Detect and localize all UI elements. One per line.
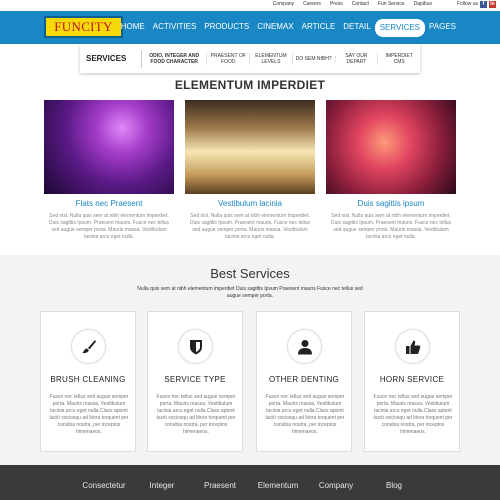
dropdown-title: SERVICES (80, 49, 142, 68)
nav-home[interactable]: HOME (117, 19, 149, 37)
service-name: BRUSH CLEANING (50, 375, 126, 384)
service-description: Fusce nec tellus sed augue semper porta.… (373, 394, 453, 435)
footer-link-elementum[interactable]: Elementum (249, 481, 307, 490)
nav-article[interactable]: ARTICLE (298, 19, 340, 37)
footer-link-company[interactable]: Company (307, 481, 365, 490)
utility-link-press[interactable]: Press (330, 1, 343, 7)
footer-link-praesent[interactable]: Praesent (191, 481, 249, 490)
service-name: SERVICE TYPE (164, 375, 226, 384)
photo-card: Duis sagittis ipsum Sed nisl. Nulla quis… (326, 100, 456, 241)
dropdown-item[interactable]: DO SEM NIBH? (293, 55, 336, 62)
best-services-title: Best Services (210, 266, 290, 281)
services-dropdown: SERVICES ODIO, INTEGER AND FOOD CHARACTE… (80, 44, 420, 73)
utility-link-dapibus[interactable]: Dapibus (414, 1, 432, 7)
photo-description: Sed nisl. Nulla quis sem at nibh element… (48, 213, 170, 240)
linkedin-icon[interactable]: in (489, 1, 496, 8)
photo-card: Flats nec Praesent Sed nisl. Nulla quis … (44, 100, 174, 241)
photo-card: Vestibulum lacinia Sed nisl. Nulla quis … (185, 100, 315, 241)
service-name: OTHER DENTING (268, 375, 340, 384)
service-description: Fusce nec tellus sed augue semper porta.… (156, 394, 236, 435)
footer-link-consectetur[interactable]: Consectetur (75, 481, 133, 490)
utility-bar: Company Careers Press Contact Fun Servic… (0, 0, 500, 11)
service-description: Fusce nec tellus sed augue semper porta.… (265, 394, 345, 435)
photo-caption[interactable]: Vestibulum lacinia (185, 199, 315, 208)
concert-photo[interactable] (44, 100, 174, 194)
nav-activities[interactable]: ACTIVITIES (149, 19, 201, 37)
nav-cinemax[interactable]: CINEMAX (253, 19, 297, 37)
site-logo-text: FUNCITY (54, 19, 113, 34)
nav-pages[interactable]: PAGES (425, 19, 460, 37)
main-nav: HOME ACTIVITIES PRODUCTS CINEMAX ARTICLE… (117, 19, 460, 37)
nav-detail[interactable]: DETAIL (339, 19, 374, 37)
site-logo[interactable]: FUNCITY (44, 16, 123, 38)
photo-caption[interactable]: Duis sagittis ipsum (326, 199, 456, 208)
dropdown-item[interactable]: ODIO, INTEGER AND FOOD CHARACTER (142, 52, 208, 65)
dropdown-items: ODIO, INTEGER AND FOOD CHARACTER PRAESEN… (142, 44, 420, 73)
utility-link-contact[interactable]: Contact (352, 1, 369, 7)
utility-link-fun-service[interactable]: Fun Service (378, 1, 405, 7)
dropdown-item[interactable]: ELEMENTUM LEVELS (250, 52, 293, 65)
footer-nav: Consectetur Integer Praesent Elementum C… (75, 481, 423, 490)
service-name: HORN SERVICE (379, 375, 445, 384)
utility-link-company[interactable]: Company (273, 1, 294, 7)
thumbs-up-icon (395, 329, 430, 364)
dropdown-item[interactable]: IMPERDIET CMS (378, 53, 420, 65)
utility-link-careers[interactable]: Careers (303, 1, 321, 7)
hall-photo[interactable] (185, 100, 315, 194)
photo-description: Sed nisl. Nulla quis sem at nibh element… (189, 213, 311, 240)
facebook-icon[interactable]: f (480, 1, 487, 8)
utility-links: Company Careers Press Contact Fun Servic… (273, 1, 432, 7)
nav-products[interactable]: PRODUCTS (200, 19, 253, 37)
follow-label: Follow us (456, 1, 478, 7)
footer-link-blog[interactable]: Blog (365, 481, 423, 490)
best-services-subtitle: Nulla quis sem at nibh elementum imperdi… (137, 286, 363, 299)
photo-caption[interactable]: Flats nec Praesent (44, 199, 174, 208)
service-card[interactable]: HORN SERVICE Fusce nec tellus sed augue … (364, 311, 460, 452)
service-card[interactable]: BRUSH CLEANING Fusce nec tellus sed augu… (40, 311, 136, 452)
service-card[interactable]: OTHER DENTING Fusce nec tellus sed augue… (256, 311, 352, 452)
photo-description: Sed nisl. Nulla quis sem at nibh element… (330, 213, 452, 240)
section-title: ELEMENTUM IMPERDIET (174, 78, 326, 92)
party-photo[interactable] (326, 100, 456, 194)
main-header: FUNCITY HOME ACTIVITIES PRODUCTS CINEMAX… (0, 11, 500, 44)
nav-services[interactable]: SERVICES (374, 19, 426, 37)
service-card[interactable]: SERVICE TYPE Fusce nec tellus sed augue … (147, 311, 243, 452)
user-icon (287, 329, 322, 364)
shield-icon (178, 329, 213, 364)
footer-link-integer[interactable]: Integer (133, 481, 191, 490)
dropdown-item[interactable]: PRAESENT OF FOOD (207, 52, 251, 65)
brush-icon (71, 329, 106, 364)
service-description: Fusce nec tellus sed augue semper porta.… (49, 394, 129, 435)
dropdown-item[interactable]: SAY OUR DEPART (336, 52, 379, 65)
footer: Consectetur Integer Praesent Elementum C… (0, 465, 500, 500)
